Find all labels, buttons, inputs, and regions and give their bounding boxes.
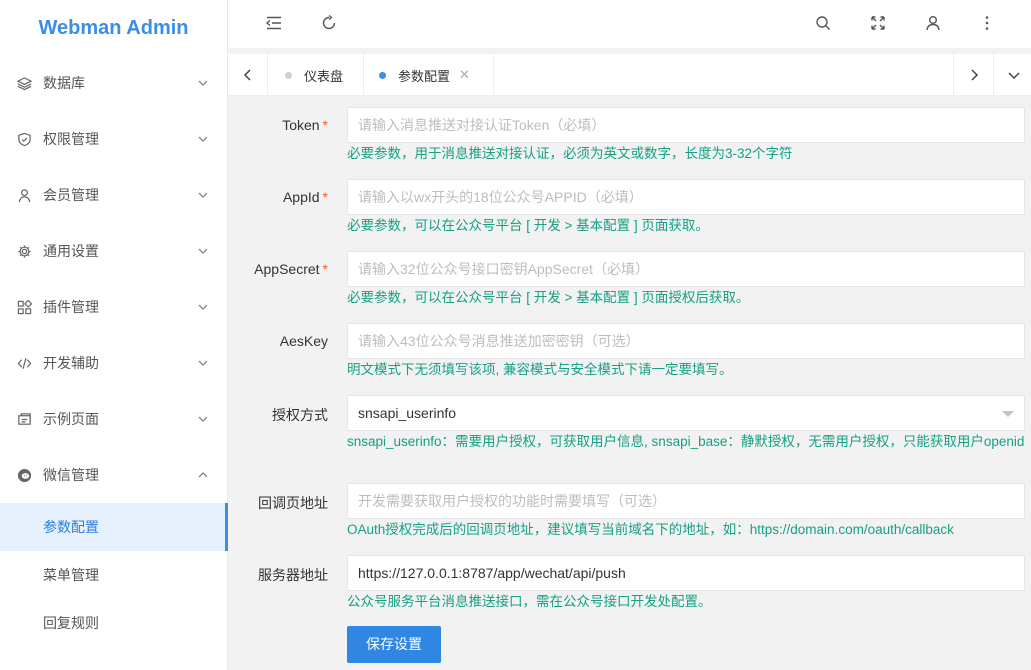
- server-url-input[interactable]: https://127.0.0.1:8787/app/wechat/api/pu…: [347, 555, 1025, 591]
- appid-placeholder: 请输入以wx开头的18位公众号APPID（必填）: [358, 189, 643, 205]
- aeskey-label: AesKey: [279, 333, 328, 349]
- sidebar-item-label: 示例页面: [43, 412, 99, 428]
- gear-icon: [17, 244, 32, 259]
- sidebar-item-permissions[interactable]: 权限管理: [0, 111, 227, 167]
- sidebar: Webman Admin 数据库 权限管理 会员管理 通用设置 插件管理 开发辅…: [0, 0, 228, 670]
- caret-down-icon: [1002, 411, 1014, 417]
- sidebar-item-examples[interactable]: 示例页面: [0, 391, 227, 447]
- sidebar-item-dev-tools[interactable]: 开发辅助: [0, 335, 227, 391]
- required-mark: *: [322, 261, 328, 277]
- sidebar-item-label: 开发辅助: [43, 356, 99, 372]
- sidebar-item-label: 通用设置: [43, 244, 99, 260]
- top-header: [228, 0, 1031, 48]
- wechat-icon: [17, 468, 32, 483]
- token-label: Token *: [282, 117, 328, 133]
- chevron-down-icon: [198, 136, 208, 142]
- chevron-down-icon: [198, 360, 208, 366]
- tab-bar: 仪表盘 参数配置 ✕: [228, 54, 1031, 96]
- token-input[interactable]: 请输入消息推送对接认证Token（必填）: [347, 107, 1025, 143]
- sidebar-item-members[interactable]: 会员管理: [0, 167, 227, 223]
- auth-scope-label: 授权方式: [272, 407, 328, 423]
- code-icon: [17, 356, 32, 371]
- server-url-value: https://127.0.0.1:8787/app/wechat/api/pu…: [358, 565, 626, 581]
- callback-url-placeholder: 开发需要获取用户授权的功能时需要填写（可选）: [358, 493, 666, 509]
- sidebar-item-plugins[interactable]: 插件管理: [0, 279, 227, 335]
- appsecret-input[interactable]: 请输入32位公众号接口密钥AppSecret（必填）: [347, 251, 1025, 287]
- chevron-down-icon: [198, 416, 208, 422]
- more-icon[interactable]: [978, 14, 996, 32]
- config-form: Token * 请输入消息推送对接认证Token（必填） 必要参数，用于消息推送对…: [228, 96, 1031, 670]
- menu-collapse-icon[interactable]: [265, 14, 283, 32]
- required-mark: *: [322, 189, 328, 205]
- tab-label: 仪表盘: [304, 69, 344, 85]
- user-icon: [17, 188, 32, 203]
- chevron-down-icon: [198, 304, 208, 310]
- callback-url-input[interactable]: 开发需要获取用户授权的功能时需要填写（可选）: [347, 483, 1025, 519]
- sidebar-subitem-reply-rules[interactable]: 回复规则: [0, 599, 227, 647]
- sidebar-subitem-params[interactable]: 参数配置: [0, 503, 228, 551]
- chevron-up-icon: [198, 472, 208, 478]
- appid-input[interactable]: 请输入以wx开头的18位公众号APPID（必填）: [347, 179, 1025, 215]
- appsecret-label: AppSecret *: [254, 261, 328, 277]
- tab-label: 参数配置: [398, 69, 451, 85]
- tab-status-dot: [379, 71, 386, 79]
- sidebar-item-label: 会员管理: [43, 188, 99, 204]
- aeskey-input[interactable]: 请输入43位公众号消息推送加密密钥（可选）: [347, 323, 1025, 359]
- search-icon[interactable]: [814, 14, 832, 32]
- template-icon: [17, 412, 32, 427]
- chevron-down-icon: [198, 192, 208, 198]
- chevron-down-icon: [198, 80, 208, 86]
- user-icon[interactable]: [924, 14, 942, 32]
- sidebar-item-wechat[interactable]: 微信管理: [0, 447, 227, 503]
- sidebar-subitem-label: 菜单管理: [43, 568, 99, 584]
- sidebar-subitem-label: 参数配置: [43, 520, 99, 536]
- sidebar-item-label: 权限管理: [43, 132, 99, 148]
- aeskey-hint: 明文模式下无须填写该项, 兼容模式与安全模式下请一定要填写。: [347, 362, 733, 377]
- sidebar-item-settings[interactable]: 通用设置: [0, 223, 227, 279]
- auth-scope-select[interactable]: snsapi_userinfo: [347, 395, 1025, 431]
- app-logo[interactable]: Webman Admin: [0, 0, 227, 55]
- appsecret-placeholder: 请输入32位公众号接口密钥AppSecret（必填）: [358, 261, 649, 277]
- save-button[interactable]: 保存设置: [347, 626, 441, 663]
- close-icon[interactable]: ✕: [459, 68, 470, 83]
- apps-icon: [17, 299, 32, 315]
- tab-status-dot: [285, 71, 292, 79]
- tab-scroll-left-icon[interactable]: [228, 54, 268, 96]
- callback-url-label: 回调页地址: [258, 495, 328, 511]
- token-placeholder: 请输入消息推送对接认证Token（必填）: [358, 117, 606, 133]
- sidebar-item-label: 插件管理: [43, 300, 99, 316]
- appid-hint: 必要参数，可以在公众号平台 [ 开发 > 基本配置 ] 页面获取。: [347, 218, 709, 233]
- tab-scroll-right-icon[interactable]: [953, 54, 993, 96]
- sidebar-subitem-label: 回复规则: [43, 616, 99, 632]
- tab-dropdown-icon[interactable]: [993, 54, 1031, 96]
- shield-icon: [17, 132, 32, 147]
- appid-label: AppId *: [282, 189, 328, 205]
- tab-dashboard[interactable]: 仪表盘: [268, 54, 364, 96]
- token-hint: 必要参数，用于消息推送对接认证，必须为英文或数字，长度为3-32个字符: [347, 146, 793, 161]
- fullscreen-icon[interactable]: [869, 14, 887, 32]
- callback-url-hint: OAuth授权完成后的回调页地址，建议填写当前域名下的地址，如：https://…: [347, 522, 954, 537]
- tab-params-config[interactable]: 参数配置 ✕: [364, 54, 494, 96]
- chevron-down-icon: [198, 248, 208, 254]
- aeskey-placeholder: 请输入43位公众号消息推送加密密钥（可选）: [358, 333, 640, 349]
- sidebar-subitem-menus[interactable]: 菜单管理: [0, 551, 227, 599]
- auth-scope-hint: snsapi_userinfo：需要用户授权，可获取用户信息, snsapi_b…: [347, 434, 1025, 449]
- server-url-hint: 公众号服务平台消息推送接口，需在公众号接口开发处配置。: [347, 594, 712, 609]
- sidebar-item-label: 数据库: [43, 76, 85, 92]
- refresh-icon[interactable]: [320, 14, 338, 32]
- required-mark: *: [322, 117, 328, 133]
- auth-scope-value: snsapi_userinfo: [358, 405, 457, 421]
- server-url-label: 服务器地址: [258, 567, 328, 583]
- sidebar-item-database[interactable]: 数据库: [0, 55, 227, 111]
- appsecret-hint: 必要参数，可以在公众号平台 [ 开发 > 基本配置 ] 页面授权后获取。: [347, 290, 750, 305]
- layers-icon: [17, 76, 32, 91]
- sidebar-item-label: 微信管理: [43, 468, 99, 484]
